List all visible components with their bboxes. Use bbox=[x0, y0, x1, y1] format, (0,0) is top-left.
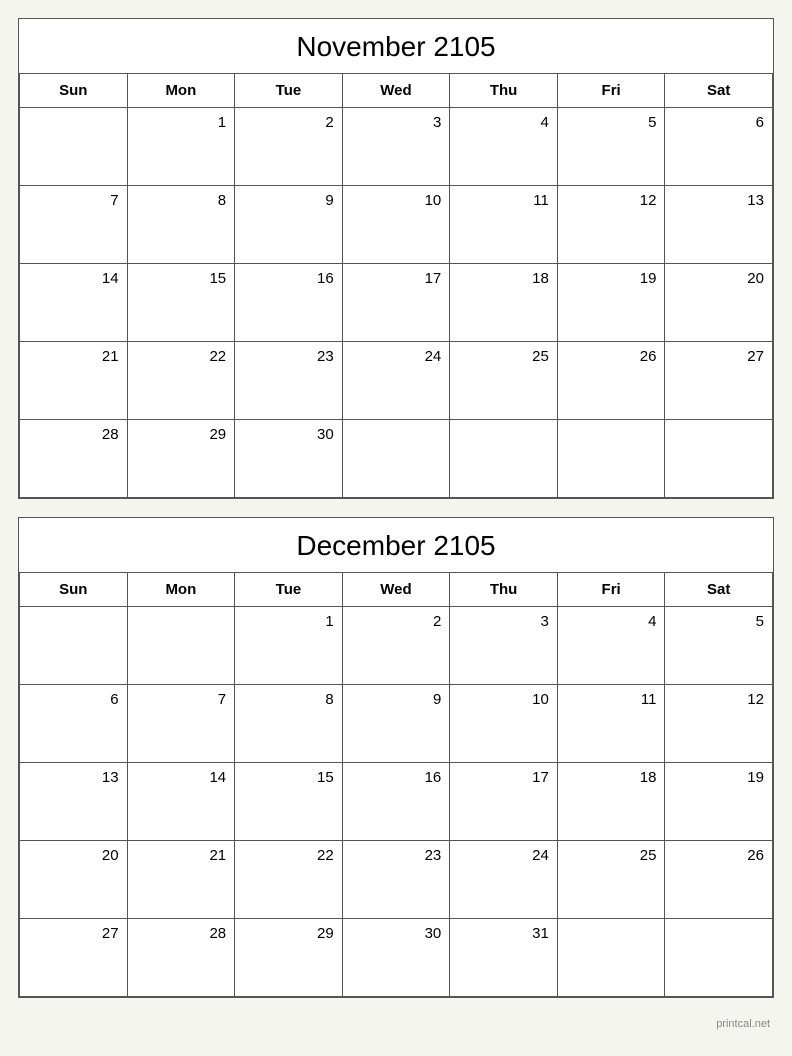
nov-day-6: 6 bbox=[665, 108, 773, 186]
nov-empty-end-2 bbox=[450, 420, 558, 498]
nov-day-30: 30 bbox=[235, 420, 343, 498]
november-title: November 2105 bbox=[19, 19, 773, 74]
nov-day-11: 11 bbox=[450, 186, 558, 264]
dec-empty-1 bbox=[20, 607, 128, 685]
nov-day-29: 29 bbox=[128, 420, 236, 498]
nov-day-19: 19 bbox=[558, 264, 666, 342]
nov-day-13: 13 bbox=[665, 186, 773, 264]
header-sat: Sat bbox=[665, 74, 773, 108]
dec-day-25: 25 bbox=[558, 841, 666, 919]
nov-day-7: 7 bbox=[20, 186, 128, 264]
header-sun: Sun bbox=[20, 74, 128, 108]
nov-day-12: 12 bbox=[558, 186, 666, 264]
header-wed: Wed bbox=[343, 74, 451, 108]
dec-day-14: 14 bbox=[128, 763, 236, 841]
nov-day-26: 26 bbox=[558, 342, 666, 420]
dec-day-4: 4 bbox=[558, 607, 666, 685]
dec-day-8: 8 bbox=[235, 685, 343, 763]
nov-day-25: 25 bbox=[450, 342, 558, 420]
dec-day-1: 1 bbox=[235, 607, 343, 685]
dec-day-3: 3 bbox=[450, 607, 558, 685]
nov-day-4: 4 bbox=[450, 108, 558, 186]
header-thu: Thu bbox=[450, 74, 558, 108]
dec-day-16: 16 bbox=[343, 763, 451, 841]
nov-empty-end-4 bbox=[665, 420, 773, 498]
header-fri: Fri bbox=[558, 74, 666, 108]
header-tue: Tue bbox=[235, 74, 343, 108]
dec-day-2: 2 bbox=[343, 607, 451, 685]
dec-header-mon: Mon bbox=[128, 573, 236, 607]
dec-day-19: 19 bbox=[665, 763, 773, 841]
dec-day-20: 20 bbox=[20, 841, 128, 919]
dec-day-7: 7 bbox=[128, 685, 236, 763]
dec-day-31: 31 bbox=[450, 919, 558, 997]
nov-empty-end-1 bbox=[343, 420, 451, 498]
dec-day-10: 10 bbox=[450, 685, 558, 763]
nov-day-24: 24 bbox=[343, 342, 451, 420]
page-container: November 2105 Sun Mon Tue Wed Thu Fri Sa… bbox=[18, 18, 774, 1032]
dec-header-tue: Tue bbox=[235, 573, 343, 607]
nov-day-8: 8 bbox=[128, 186, 236, 264]
dec-header-thu: Thu bbox=[450, 573, 558, 607]
dec-day-11: 11 bbox=[558, 685, 666, 763]
november-grid: Sun Mon Tue Wed Thu Fri Sat 1 2 3 4 5 6 … bbox=[19, 74, 773, 498]
dec-day-23: 23 bbox=[343, 841, 451, 919]
dec-day-27: 27 bbox=[20, 919, 128, 997]
december-calendar: December 2105 Sun Mon Tue Wed Thu Fri Sa… bbox=[18, 517, 774, 998]
dec-day-5: 5 bbox=[665, 607, 773, 685]
nov-day-14: 14 bbox=[20, 264, 128, 342]
nov-day-10: 10 bbox=[343, 186, 451, 264]
dec-empty-2 bbox=[128, 607, 236, 685]
dec-day-9: 9 bbox=[343, 685, 451, 763]
nov-day-27: 27 bbox=[665, 342, 773, 420]
dec-day-13: 13 bbox=[20, 763, 128, 841]
dec-day-29: 29 bbox=[235, 919, 343, 997]
nov-day-9: 9 bbox=[235, 186, 343, 264]
dec-day-6: 6 bbox=[20, 685, 128, 763]
dec-empty-end-1 bbox=[558, 919, 666, 997]
nov-day-15: 15 bbox=[128, 264, 236, 342]
dec-day-24: 24 bbox=[450, 841, 558, 919]
december-grid: Sun Mon Tue Wed Thu Fri Sat 1 2 3 4 5 6 … bbox=[19, 573, 773, 997]
nov-day-2: 2 bbox=[235, 108, 343, 186]
dec-header-wed: Wed bbox=[343, 573, 451, 607]
nov-day-16: 16 bbox=[235, 264, 343, 342]
dec-header-sat: Sat bbox=[665, 573, 773, 607]
header-mon: Mon bbox=[128, 74, 236, 108]
dec-empty-end-2 bbox=[665, 919, 773, 997]
nov-day-23: 23 bbox=[235, 342, 343, 420]
nov-day-20: 20 bbox=[665, 264, 773, 342]
nov-day-5: 5 bbox=[558, 108, 666, 186]
dec-header-sun: Sun bbox=[20, 573, 128, 607]
november-calendar: November 2105 Sun Mon Tue Wed Thu Fri Sa… bbox=[18, 18, 774, 499]
dec-day-17: 17 bbox=[450, 763, 558, 841]
nov-day-17: 17 bbox=[343, 264, 451, 342]
nov-day-21: 21 bbox=[20, 342, 128, 420]
december-title: December 2105 bbox=[19, 518, 773, 573]
nov-cell-empty-1 bbox=[20, 108, 128, 186]
dec-day-22: 22 bbox=[235, 841, 343, 919]
nov-empty-end-3 bbox=[558, 420, 666, 498]
dec-day-28: 28 bbox=[128, 919, 236, 997]
dec-day-15: 15 bbox=[235, 763, 343, 841]
watermark: printcal.net bbox=[18, 1016, 774, 1032]
dec-header-fri: Fri bbox=[558, 573, 666, 607]
dec-day-12: 12 bbox=[665, 685, 773, 763]
nov-day-28: 28 bbox=[20, 420, 128, 498]
dec-day-26: 26 bbox=[665, 841, 773, 919]
nov-day-3: 3 bbox=[343, 108, 451, 186]
nov-day-18: 18 bbox=[450, 264, 558, 342]
nov-day-22: 22 bbox=[128, 342, 236, 420]
dec-day-30: 30 bbox=[343, 919, 451, 997]
dec-day-21: 21 bbox=[128, 841, 236, 919]
dec-day-18: 18 bbox=[558, 763, 666, 841]
nov-day-1: 1 bbox=[128, 108, 236, 186]
